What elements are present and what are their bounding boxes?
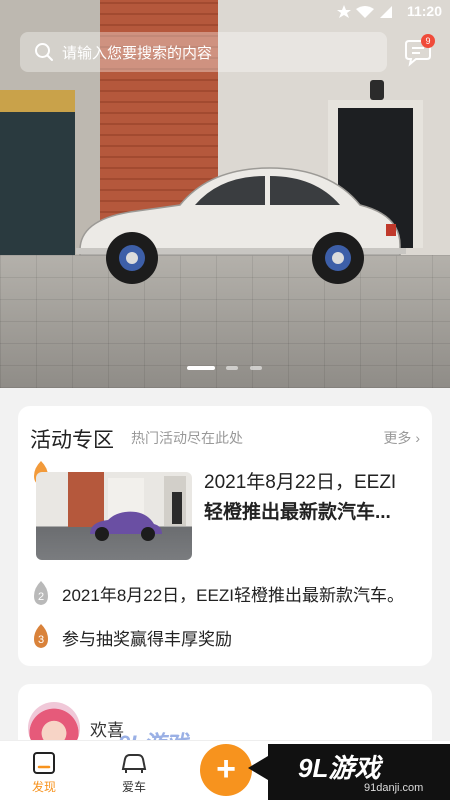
search-placeholder: 请输入您要搜索的内容 (62, 44, 213, 62)
activity-item-2[interactable]: 2021年8月22日，EEZI轻橙推出最新款汽车。 (62, 581, 404, 606)
watermark-badge-logo: 9L游戏 (298, 753, 381, 783)
activity-item-1[interactable]: 2021年8月22日，EEZI 轻橙推出最新款汽车... (204, 468, 426, 528)
status-time: 11:20 (406, 3, 442, 19)
thumbnail-image (68, 472, 186, 541)
svg-text:2: 2 (38, 591, 44, 603)
activity-item-3[interactable]: 参与抽奖赢得丰厚奖励 (62, 625, 232, 650)
message-badge: 9 (421, 34, 435, 48)
carousel-dot[interactable] (226, 366, 238, 370)
activity-item-1-line1: 2021年8月22日，EEZI (204, 472, 397, 493)
search-input[interactable]: 请输入您要搜索的内容 (20, 32, 387, 72)
rank-2-icon: 2 (34, 581, 48, 605)
carousel-dot-active[interactable] (187, 366, 215, 370)
activity-subtitle: 热门活动尽在此处 (131, 430, 243, 446)
banner-car-image (76, 167, 406, 284)
activity-card: 活动专区 热门活动尽在此处 更多 › 1 2021年8月22日，EEZI 轻橙推… (18, 406, 432, 666)
banner-lamp (370, 80, 384, 100)
activity-item-1-line2: 轻橙推出最新款汽车... (204, 502, 391, 523)
banner-gate (0, 90, 75, 255)
watermark-badge-site: 91danji.com (364, 782, 424, 794)
chevron-right-icon: › (415, 430, 420, 446)
rank-3-icon: 3 (34, 624, 48, 648)
nav-car[interactable]: 爱车 (104, 747, 164, 799)
watermark-badge: 9L游戏 91danji.com (248, 744, 450, 800)
home-icon (33, 752, 55, 774)
activity-title: 活动专区 (30, 429, 114, 452)
search-icon (35, 43, 53, 61)
svg-text:3: 3 (38, 634, 44, 646)
nav-car-label: 爱车 (121, 780, 146, 794)
carousel-dot[interactable] (250, 366, 262, 370)
more-link[interactable]: 更多 › (383, 428, 420, 448)
nav-discover-label: 发现 (31, 780, 56, 794)
status-icons (337, 5, 392, 18)
activity-thumbnail[interactable] (36, 472, 192, 560)
carousel-indicator (0, 366, 450, 372)
nav-discover[interactable]: 发现 (14, 747, 74, 799)
more-label: 更多 (383, 430, 412, 446)
add-button[interactable]: + (200, 744, 252, 796)
status-bar: 11:20 (0, 0, 450, 24)
car-icon (121, 754, 147, 773)
